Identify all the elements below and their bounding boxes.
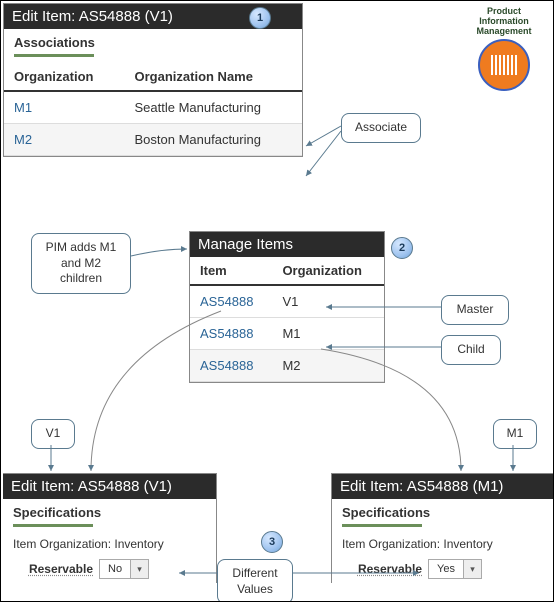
edit-item-v1-specs-panel: Edit Item: AS54888 (V1) Specifications I… xyxy=(3,473,217,583)
reservable-row: Reservable Yes ▾ xyxy=(332,555,553,583)
specifications-subhead: Specifications xyxy=(3,499,216,522)
org-name-cell: Boston Manufacturing xyxy=(125,124,303,156)
org-cell: V1 xyxy=(272,285,384,318)
reservable-label: Reservable xyxy=(13,562,93,576)
col-organization: Organization xyxy=(4,63,125,91)
underline xyxy=(13,524,93,527)
org-cell: M1 xyxy=(272,318,384,350)
panel-title: Edit Item: AS54888 (V1) xyxy=(3,474,216,499)
org-name-cell: Seattle Manufacturing xyxy=(125,91,303,124)
callout-pim-adds: PIM adds M1 and M2 children xyxy=(31,233,131,294)
barcode-icon xyxy=(478,39,530,91)
callout-child: Child xyxy=(441,335,501,365)
callout-v1: V1 xyxy=(31,419,75,449)
underline xyxy=(342,524,422,527)
col-organization-name: Organization Name xyxy=(125,63,303,91)
step-badge-2: 2 xyxy=(391,237,413,259)
panel-title: Manage Items xyxy=(190,232,384,257)
item-organization-label: Item Organization: Inventory xyxy=(3,533,216,555)
reservable-row: Reservable No ▾ xyxy=(3,555,216,583)
callout-master: Master xyxy=(441,295,509,325)
step-badge-3: 3 xyxy=(261,531,283,553)
underline xyxy=(14,54,94,57)
table-row[interactable]: M2 Boston Manufacturing xyxy=(4,124,302,156)
chevron-down-icon: ▾ xyxy=(130,560,148,578)
specifications-subhead: Specifications xyxy=(332,499,553,522)
table-row[interactable]: AS54888 M2 xyxy=(190,350,384,382)
table-row[interactable]: AS54888 V1 xyxy=(190,285,384,318)
pim-logo-text: Product Information Management xyxy=(465,7,543,37)
chevron-down-icon: ▾ xyxy=(463,560,481,578)
step-badge-1: 1 xyxy=(249,7,271,29)
org-link[interactable]: M1 xyxy=(4,91,125,124)
manage-items-panel: Manage Items Item Organization AS54888 V… xyxy=(189,231,385,383)
table-row[interactable]: AS54888 M1 xyxy=(190,318,384,350)
col-organization: Organization xyxy=(272,257,384,285)
reservable-value: No xyxy=(100,563,130,575)
callout-associate: Associate xyxy=(341,113,421,143)
pim-logo: Product Information Management xyxy=(465,7,543,91)
org-cell: M2 xyxy=(272,350,384,382)
associations-table: Organization Organization Name M1 Seattl… xyxy=(4,63,302,156)
panel-title: Edit Item: AS54888 (M1) xyxy=(332,474,553,499)
reservable-select[interactable]: Yes ▾ xyxy=(428,559,482,579)
item-link[interactable]: AS54888 xyxy=(190,285,272,318)
callout-m1: M1 xyxy=(493,419,537,449)
reservable-label: Reservable xyxy=(342,562,422,576)
reservable-select[interactable]: No ▾ xyxy=(99,559,149,579)
org-link[interactable]: M2 xyxy=(4,124,125,156)
item-link[interactable]: AS54888 xyxy=(190,350,272,382)
associations-subhead: Associations xyxy=(4,29,302,52)
reservable-value: Yes xyxy=(429,563,463,575)
table-row[interactable]: M1 Seattle Manufacturing xyxy=(4,91,302,124)
manage-items-table: Item Organization AS54888 V1 AS54888 M1 … xyxy=(190,257,384,382)
edit-item-m1-specs-panel: Edit Item: AS54888 (M1) Specifications I… xyxy=(331,473,553,583)
item-link[interactable]: AS54888 xyxy=(190,318,272,350)
callout-different-values: Different Values xyxy=(217,559,293,602)
col-item: Item xyxy=(190,257,272,285)
item-organization-label: Item Organization: Inventory xyxy=(332,533,553,555)
